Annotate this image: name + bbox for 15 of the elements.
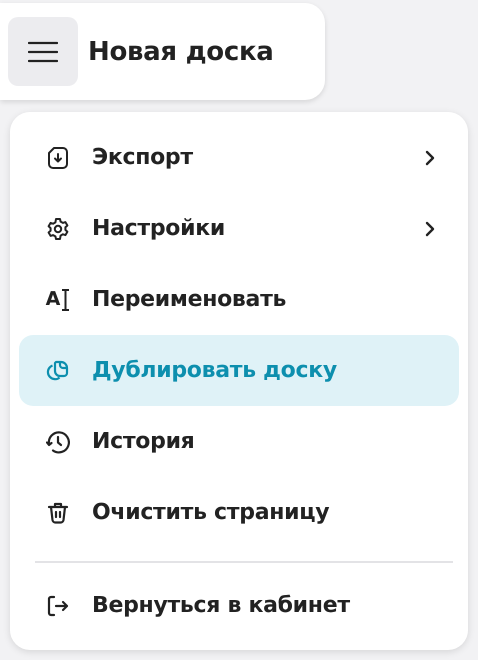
menu-item[interactable]: Вернуться в кабинет: [19, 570, 459, 641]
menu-button[interactable]: [8, 17, 78, 86]
history-icon: [46, 430, 70, 454]
menu-item[interactable]: Настройки: [19, 193, 459, 264]
menu-icon: [28, 40, 58, 62]
download-icon: [46, 146, 70, 170]
menu-item[interactable]: A Переименовать: [19, 264, 459, 335]
menu-item[interactable]: История: [19, 406, 459, 477]
menu-item[interactable]: Экспорт: [19, 122, 459, 193]
menu-item[interactable]: Очистить страницу: [19, 477, 459, 548]
settings-icon: [46, 216, 70, 240]
copy-icon: [46, 358, 70, 382]
trash-icon: [46, 500, 70, 524]
board-title: Новая доска: [88, 36, 274, 66]
exit-icon: [46, 594, 70, 618]
